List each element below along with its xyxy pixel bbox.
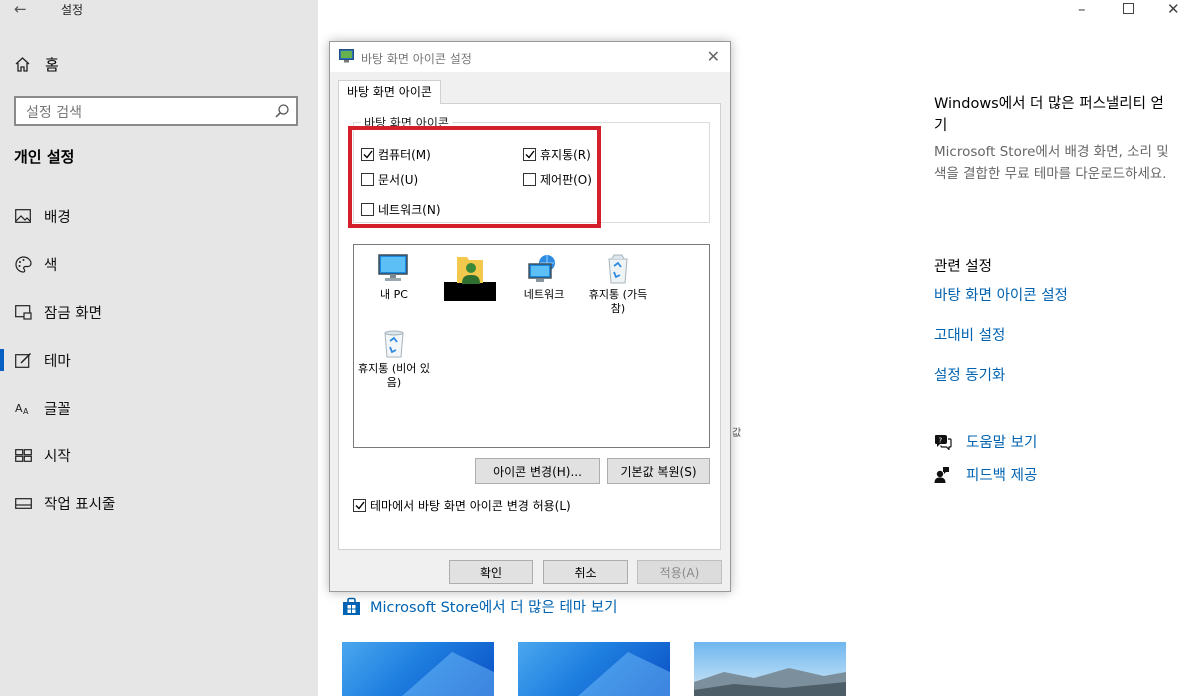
font-icon: AA — [14, 399, 32, 417]
search-input[interactable]: 설정 검색 — [14, 96, 298, 126]
computer-icon — [378, 254, 408, 281]
theme-thumbnail[interactable] — [342, 642, 494, 696]
feedback-link[interactable]: 피드백 제공 — [934, 464, 1037, 485]
feedback-person-icon — [934, 466, 952, 483]
tab-desktop-icons[interactable]: 바탕 화면 아이콘 — [338, 80, 441, 104]
sidebar-item-label: 글꼴 — [44, 401, 71, 418]
sidebar-item-label: 잠금 화면 — [44, 305, 102, 322]
icon-item-label: 내 PC — [380, 288, 408, 301]
lock-screen-icon — [14, 303, 32, 321]
icon-item-recycle-bin-empty[interactable]: 휴지통 (비어 있음) — [356, 323, 432, 390]
svg-text:?: ? — [939, 436, 943, 444]
sidebar-item-label: 시작 — [44, 448, 71, 465]
icon-item-user-folder[interactable] — [432, 249, 508, 301]
sidebar-item-label: 작업 표시줄 — [44, 496, 116, 513]
store-themes-link[interactable]: Microsoft Store에서 더 많은 테마 보기 — [342, 596, 617, 617]
obscured-text: 값 — [732, 428, 742, 439]
checkbox-box[interactable] — [353, 499, 366, 512]
selected-indicator — [0, 349, 4, 371]
store-bag-icon — [342, 597, 361, 616]
sidebar-item-start[interactable]: 시작 — [14, 444, 71, 466]
desktop-settings-icon — [339, 49, 354, 66]
get-help-label: 도움말 보기 — [966, 435, 1038, 451]
checkbox-label: 테마에서 바탕 화면 아이콘 변경 허용(L) — [370, 499, 571, 513]
home-nav-item[interactable]: 홈 — [14, 53, 59, 75]
home-label: 홈 — [45, 55, 59, 74]
apply-button[interactable]: 적용(A) — [637, 560, 722, 584]
maximize-icon[interactable] — [1123, 0, 1134, 18]
store-link-label: Microsoft Store에서 더 많은 테마 보기 — [370, 600, 618, 616]
close-window-icon[interactable]: ✕ — [1167, 0, 1180, 18]
theme-icon — [14, 351, 32, 369]
personality-description: Microsoft Store에서 배경 화면, 소리 및 색을 결합한 무료 … — [934, 144, 1169, 182]
network-icon — [528, 255, 555, 282]
sync-settings-link[interactable]: 설정 동기화 — [934, 364, 1005, 385]
user-folder-icon — [457, 257, 483, 284]
sidebar-item-label: 테마 — [44, 353, 71, 370]
sidebar-item-color[interactable]: 색 — [14, 253, 57, 275]
allow-theme-change-checkbox[interactable]: 테마에서 바탕 화면 아이콘 변경 허용(L) — [353, 497, 571, 514]
sidebar-item-themes[interactable]: 테마 — [14, 349, 71, 371]
help-chat-icon: ? — [934, 434, 952, 450]
theme-thumbnail[interactable] — [518, 642, 670, 696]
svg-text:A: A — [15, 402, 23, 415]
recycle-bin-full-icon — [608, 254, 628, 284]
home-icon — [15, 56, 30, 72]
dialog-title: 바탕 화면 아이콘 설정 — [361, 52, 472, 66]
icon-item-label: 휴지통 (가득 참) — [588, 288, 648, 315]
personality-heading: Windows에서 더 많은 퍼스낼리티 얻기 — [934, 96, 1164, 134]
ok-button[interactable]: 확인 — [449, 560, 533, 584]
minimize-icon[interactable]: – — [1078, 0, 1086, 18]
sidebar-item-fonts[interactable]: AA 글꼴 — [14, 397, 71, 419]
sidebar-item-lock-screen[interactable]: 잠금 화면 — [14, 301, 102, 323]
dialog-titlebar[interactable]: 바탕 화면 아이콘 설정 ✕ — [330, 42, 730, 72]
settings-sidebar: ← 설정 홈 설정 검색 개인 설정 배경 색 잠금 화면 테마 A A 글꼴 … — [0, 0, 318, 696]
icon-item-recycle-bin-full[interactable]: 휴지통 (가득 참) — [580, 249, 656, 316]
svg-text:A: A — [23, 407, 29, 415]
desktop-icons-list: 내 PC 네트워크 휴지통 (가득 참) 휴지통 (비어 있음) — [353, 244, 710, 448]
high-contrast-link[interactable]: 고대비 설정 — [934, 324, 1005, 345]
app-title: 설정 — [61, 3, 84, 17]
change-icon-button[interactable]: 아이콘 변경(H)... — [475, 458, 600, 484]
icon-item-label: 네트워크 — [523, 288, 565, 301]
back-arrow-icon[interactable]: ← — [14, 0, 27, 18]
picture-icon — [14, 207, 32, 225]
restore-default-button[interactable]: 기본값 복원(S) — [607, 458, 710, 484]
icon-item-network[interactable]: 네트워크 — [506, 249, 582, 302]
group-title: 개인 설정 — [14, 148, 75, 166]
desktop-icon-settings-dialog: 바탕 화면 아이콘 설정 ✕ 바탕 화면 아이콘 바탕 화면 아이콘 컴퓨터(M… — [329, 41, 731, 592]
desktop-icon-settings-link[interactable]: 바탕 화면 아이콘 설정 — [934, 284, 1068, 305]
feedback-label: 피드백 제공 — [966, 468, 1038, 484]
dialog-close-icon[interactable]: ✕ — [707, 47, 720, 66]
icon-item-label: 휴지통 (비어 있음) — [357, 362, 430, 389]
highlight-annotation-box — [348, 126, 601, 228]
taskbar-icon — [14, 494, 32, 512]
search-placeholder: 설정 검색 — [26, 105, 82, 121]
start-icon — [14, 446, 32, 464]
icon-item-this-pc[interactable]: 내 PC — [356, 249, 432, 302]
recycle-bin-empty-icon — [384, 330, 404, 358]
cancel-button[interactable]: 취소 — [543, 560, 628, 584]
theme-thumbnail[interactable] — [694, 642, 846, 696]
sidebar-item-label: 색 — [44, 257, 58, 274]
search-icon[interactable] — [274, 103, 290, 123]
sidebar-item-background[interactable]: 배경 — [14, 205, 71, 227]
get-help-link[interactable]: ? 도움말 보기 — [934, 431, 1037, 452]
palette-icon — [14, 255, 32, 273]
sidebar-item-taskbar[interactable]: 작업 표시줄 — [14, 492, 115, 514]
related-settings-title: 관련 설정 — [934, 259, 992, 275]
sidebar-item-label: 배경 — [44, 209, 71, 226]
